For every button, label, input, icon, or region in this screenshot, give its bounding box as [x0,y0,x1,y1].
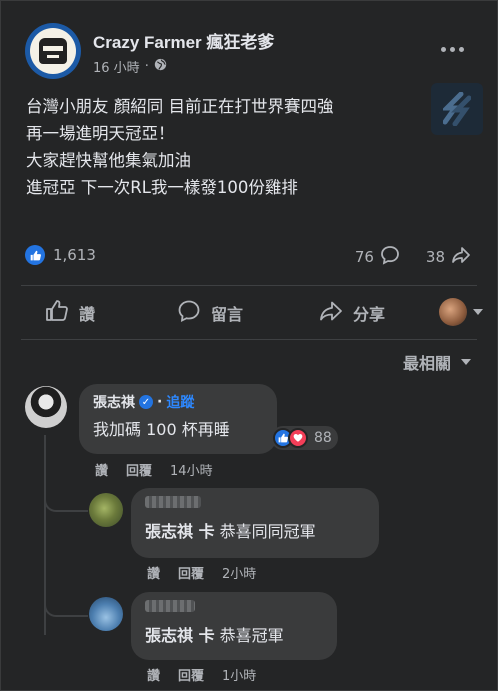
like-count: 1,613 [53,246,96,264]
share-button[interactable]: 分享 [319,298,385,328]
post-line: 再一場進明天冠亞！ [26,124,175,143]
comment-like-link[interactable]: 讚 [147,563,160,582]
comment-sort[interactable]: 最相關 [403,350,471,374]
post-text: 台灣小朋友 顏紹同 目前正在打世界賽四強 再一場進明天冠亞！ 大家趕快幫他集氣加… [26,93,334,201]
comment-button[interactable]: 留言 [177,298,243,328]
follow-button[interactable]: 追蹤 [166,392,194,412]
comment-text: 張志祺 卡 恭喜同同冠軍 [145,518,365,542]
like-button-label: 讚 [79,305,96,324]
comment-bubble: 張志祺 ✓ · 追蹤 我加碼 100 杯再睡 [79,384,277,454]
share-icon [319,299,343,327]
comment-reactions[interactable]: 88 [271,426,338,450]
globe-icon [154,58,167,75]
comment-actions: 讚 回覆 2小時 [147,563,256,582]
avatar[interactable] [89,597,123,631]
comment-reply-link[interactable]: 回覆 [126,460,152,479]
comment-author [145,496,365,508]
sort-label: 最相關 [402,354,451,373]
reaction-count: 88 [314,430,332,446]
comment-time[interactable]: 14小時 [170,460,213,479]
page-name[interactable]: Crazy Farmer 瘋狂老爹 [93,28,274,53]
mention[interactable]: 張志祺 卡 [145,522,215,541]
comment-actions: 讚 回覆 1小時 [147,665,256,684]
post-time[interactable]: 16 小時 [93,57,140,76]
thread-branch [44,599,88,617]
avatar[interactable] [25,386,67,428]
like-icon [45,299,69,327]
avatar [439,298,467,326]
comment-time[interactable]: 2小時 [222,563,256,582]
comment-count[interactable]: 76 [355,248,374,266]
comment-text: 張志祺 卡 恭喜冠軍 [145,622,323,646]
chevron-down-icon [461,359,471,365]
comment-text: 我加碼 100 杯再睡 [93,420,230,439]
comment-button-label: 留言 [211,305,244,324]
thread-branch [44,494,88,512]
engagement-counts: 76 38 [355,245,471,269]
comment-like-link[interactable]: 讚 [147,665,160,684]
comment-time[interactable]: 1小時 [222,665,256,684]
post-line: 大家趕快幫他集氣加油 [26,151,191,170]
reaction-summary[interactable]: 1,613 [25,245,96,265]
separator: · [157,394,163,410]
share-count[interactable]: 38 [426,248,445,266]
share-icon [451,245,471,269]
comment-like-link[interactable]: 讚 [95,460,108,479]
media-thumbnail[interactable] [431,83,483,135]
post-line: 台灣小朋友 顏紹同 目前正在打世界賽四強 [26,97,334,116]
blurred-name [145,600,195,612]
verified-icon: ✓ [139,395,153,409]
avatar[interactable] [89,493,123,527]
comment-reply-link[interactable]: 回覆 [178,563,204,582]
chevron-down-icon [473,309,483,315]
page-avatar[interactable] [25,23,81,79]
divider [21,339,477,340]
share-button-label: 分享 [353,305,386,324]
comment-bubble: 張志祺 卡 恭喜冠軍 [131,592,337,660]
comment-bubble: 張志祺 卡 恭喜同同冠軍 [131,488,379,558]
divider [21,285,477,286]
like-icon [25,245,45,265]
comment-author: 張志祺 ✓ · 追蹤 [93,392,263,412]
post-card: Crazy Farmer 瘋狂老爹 16 小時 · 台灣小朋友 顏紹同 目前正在… [0,0,498,691]
comment-author [145,600,323,612]
love-icon [288,428,308,448]
post-meta: 16 小時 · [93,57,167,76]
comment-icon [380,245,400,269]
blurred-name [145,496,201,508]
comment-actions: 讚 回覆 14小時 [95,460,213,479]
comment-reply-link[interactable]: 回覆 [178,665,204,684]
reply-text: 恭喜冠軍 [219,626,284,645]
post-line: 進冠亞 下一次RL我一樣發100份雞排 [26,178,298,197]
reply-text: 恭喜同同冠軍 [219,522,316,541]
more-icon[interactable] [441,41,465,57]
comment-icon [177,299,201,327]
like-button[interactable]: 讚 [45,298,95,328]
post-as-selector[interactable] [439,298,483,326]
author-name[interactable]: 張志祺 [93,392,135,412]
mention[interactable]: 張志祺 卡 [145,626,215,645]
meta-separator: · [144,59,149,74]
